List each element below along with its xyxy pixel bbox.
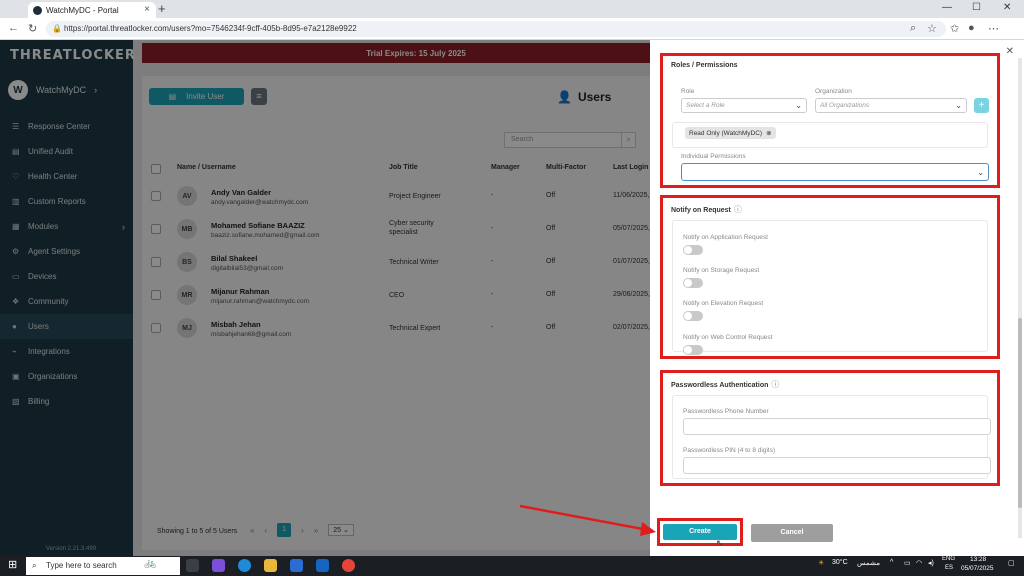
weather-temp[interactable]: 30°C xyxy=(832,559,848,566)
add-organization-button[interactable]: + xyxy=(974,98,989,113)
info-icon: ⓘ xyxy=(733,205,742,214)
notify-web-control-toggle[interactable] xyxy=(683,345,703,355)
windows-start-icon[interactable]: ⊞ xyxy=(8,558,17,571)
taskbar-search-input[interactable]: ⌕ Type here to search xyxy=(26,557,180,575)
taskbar: ⊞ ⌕ Type here to search 🚲 ☀ 30°C مشمس ^ … xyxy=(0,556,1024,576)
taskbar-search-placeholder: Type here to search xyxy=(46,561,117,570)
info-icon: ⓘ xyxy=(771,380,780,389)
zoom-icon[interactable]: ⌕ xyxy=(910,22,916,35)
notify-on-request-section: Notify on Request ⓘ Notify on Application… xyxy=(660,195,1000,359)
phone-input[interactable] xyxy=(683,418,991,435)
network-icon[interactable]: ▭ xyxy=(904,559,911,567)
organization-label: Organization xyxy=(815,88,852,95)
refresh-icon[interactable]: ↻ xyxy=(28,22,37,35)
chevron-down-icon: ⌄ xyxy=(977,168,984,177)
copilot-icon[interactable] xyxy=(212,559,225,572)
organization-select[interactable]: All Organizations ⌄ xyxy=(815,98,967,113)
language-top[interactable]: ENG xyxy=(942,556,955,562)
close-window-icon[interactable]: ✕ xyxy=(1003,2,1011,13)
passwordless-box: Passwordless Phone Number Passwordless P… xyxy=(672,395,991,479)
modal-backdrop[interactable] xyxy=(0,40,650,556)
notify-storage-label: Notify on Storage Request xyxy=(683,267,760,274)
chevron-down-icon: ⌄ xyxy=(795,101,802,110)
roles-heading: Roles / Permissions xyxy=(671,62,738,69)
wifi-icon[interactable]: ◠ xyxy=(916,559,922,567)
phone-label: Passwordless Phone Number xyxy=(683,408,769,415)
role-placeholder: Select a Role xyxy=(686,102,725,109)
role-chip-label: Read Only (WatchMyDC) xyxy=(689,129,763,137)
volume-icon[interactable]: ◂) xyxy=(928,559,934,567)
notify-web-control-label: Notify on Web Control Request xyxy=(683,334,773,341)
tab-close-icon[interactable]: × xyxy=(144,4,150,15)
url-text: https://portal.threatlocker.com/users?mo… xyxy=(64,24,357,33)
language-bottom: ES xyxy=(945,565,954,571)
url-field[interactable]: 🔒 https://portal.threatlocker.com/users?… xyxy=(46,21,946,37)
roles-permissions-section: Roles / Permissions Role Select a Role ⌄… xyxy=(660,53,1000,188)
chevron-down-icon: ⌄ xyxy=(955,101,962,110)
passwordless-heading: Passwordless Authentication ⓘ xyxy=(671,380,780,389)
create-button[interactable]: Create xyxy=(663,524,737,540)
weather-icon: ☀ xyxy=(818,560,825,567)
site-favicon-icon xyxy=(33,6,42,15)
notify-elevation-toggle[interactable] xyxy=(683,311,703,321)
new-tab-button[interactable]: + xyxy=(158,1,166,16)
maximize-icon[interactable]: ☐ xyxy=(972,2,981,13)
outlook-icon[interactable] xyxy=(316,559,329,572)
lock-icon: 🔒 xyxy=(52,24,62,33)
remove-chip-icon[interactable]: ⊗ xyxy=(766,129,771,137)
notify-heading: Notify on Request ⓘ xyxy=(671,205,742,214)
add-user-panel: ✕ Roles / Permissions Role Select a Role… xyxy=(650,40,1024,556)
search-icon: ⌕ xyxy=(32,561,37,570)
chrome-icon[interactable] xyxy=(342,559,355,572)
role-label: Role xyxy=(681,88,695,95)
notifications-icon[interactable]: ▢ xyxy=(1008,559,1015,567)
address-bar: ← ↻ 🔒 https://portal.threatlocker.com/us… xyxy=(0,18,1024,40)
back-icon[interactable]: ← xyxy=(8,22,19,34)
role-chip: Read Only (WatchMyDC) ⊗ xyxy=(685,127,776,139)
favorites-icon[interactable]: ✩ xyxy=(950,22,959,35)
cancel-button[interactable]: Cancel xyxy=(751,524,833,542)
browser-tab-strip: WatchMyDC - Portal × + — ☐ ✕ xyxy=(0,0,1024,18)
selected-roles-box: Read Only (WatchMyDC) ⊗ xyxy=(672,122,988,148)
close-panel-icon[interactable]: ✕ xyxy=(1006,46,1014,57)
individual-permissions-label: Individual Permissions xyxy=(681,153,746,160)
notify-elevation-label: Notify on Elevation Request xyxy=(683,300,764,307)
file-explorer-icon[interactable] xyxy=(264,559,277,572)
clock-time[interactable]: 13:28 xyxy=(970,556,986,563)
panel-scrollbar[interactable] xyxy=(1018,58,1022,538)
browser-tab[interactable]: WatchMyDC - Portal × xyxy=(28,2,156,18)
create-button-highlight: Create xyxy=(657,518,743,546)
profile-icon[interactable]: ● xyxy=(968,22,975,34)
weather-text: مشمس xyxy=(857,560,880,567)
tab-title: WatchMyDC - Portal xyxy=(46,5,119,15)
organization-placeholder: All Organizations xyxy=(820,102,870,109)
passwordless-auth-section: Passwordless Authentication ⓘ Passwordles… xyxy=(660,370,1000,486)
tray-overflow-icon[interactable]: ^ xyxy=(890,559,893,566)
store-icon[interactable] xyxy=(290,559,303,572)
more-menu-icon[interactable]: ⋯ xyxy=(988,22,999,35)
pin-input[interactable] xyxy=(683,457,991,474)
notify-storage-toggle[interactable] xyxy=(683,278,703,288)
notify-application-label: Notify on Application Request xyxy=(683,234,768,241)
individual-permissions-select[interactable]: ⌄ xyxy=(681,163,989,181)
notify-toggles-box: Notify on Application Request Notify on … xyxy=(672,220,988,355)
clock-date: 05/07/2025 xyxy=(961,565,994,572)
task-view-icon[interactable] xyxy=(186,559,199,572)
edge-icon[interactable] xyxy=(238,559,251,572)
bicycle-icon: 🚲 xyxy=(144,558,157,569)
notify-application-toggle[interactable] xyxy=(683,245,703,255)
minimize-icon[interactable]: — xyxy=(942,2,952,13)
role-select[interactable]: Select a Role ⌄ xyxy=(681,98,807,113)
pin-label: Passwordless PIN (4 to 8 digits) xyxy=(683,447,776,454)
favorite-star-icon[interactable]: ☆ xyxy=(927,22,937,35)
